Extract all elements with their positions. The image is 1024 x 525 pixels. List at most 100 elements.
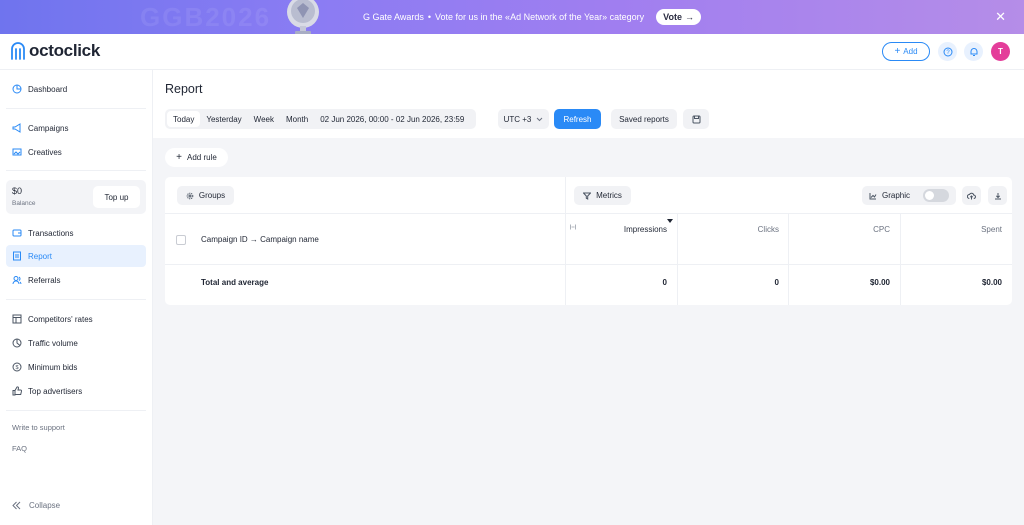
line-chart-icon xyxy=(869,192,877,199)
sidebar-item-campaigns[interactable]: Campaigns xyxy=(6,117,146,139)
total-clicks: 0 xyxy=(774,278,779,287)
spent-column-header[interactable]: Spent xyxy=(910,225,1002,234)
wallet-icon xyxy=(12,229,22,237)
avatar[interactable]: T xyxy=(991,42,1010,61)
refresh-button[interactable]: Refresh xyxy=(554,109,601,129)
add-button[interactable]: + Add xyxy=(882,42,930,61)
groups-button[interactable]: Groups xyxy=(177,186,234,205)
table-toolbar: Groups Metrics Graphic xyxy=(165,177,1012,214)
logo[interactable]: octoclick xyxy=(10,41,100,61)
notifications-button[interactable] xyxy=(964,42,983,61)
banner-background-text: GGB2026 xyxy=(140,2,272,32)
period-yesterday-button[interactable]: Yesterday xyxy=(200,111,247,127)
help-icon: ? xyxy=(943,47,952,56)
metrics-button[interactable]: Metrics xyxy=(574,186,631,205)
select-all-checkbox[interactable] xyxy=(176,235,186,245)
sidebar-item-traffic-volume[interactable]: Traffic volume xyxy=(6,332,146,354)
faq-link[interactable]: FAQ xyxy=(12,444,27,453)
banner-brand: G Gate Awards xyxy=(362,12,424,22)
help-button[interactable]: ? xyxy=(938,42,957,61)
vote-button[interactable]: Vote → xyxy=(656,9,701,25)
add-label: Add xyxy=(903,47,918,56)
cpc-column-header[interactable]: CPC xyxy=(798,225,890,234)
timezone-value: UTC +3 xyxy=(503,114,532,124)
upload-button[interactable] xyxy=(962,186,981,205)
balance-panel: $0 Balance Top up xyxy=(6,180,146,214)
bell-icon xyxy=(970,47,977,56)
sort-desc-icon[interactable] xyxy=(667,219,673,223)
metrics-label: Metrics xyxy=(596,191,622,200)
image-icon xyxy=(12,148,22,156)
top-up-button[interactable]: Top up xyxy=(93,186,140,208)
period-month-button[interactable]: Month xyxy=(280,111,314,127)
filter-icon xyxy=(583,192,592,200)
graphic-toggle[interactable] xyxy=(923,189,950,202)
collapse-button[interactable]: Collapse xyxy=(12,501,60,510)
period-week-button[interactable]: Week xyxy=(248,111,280,127)
sidebar: Dashboard Campaigns Creatives $0 Balance… xyxy=(0,70,153,525)
column-resize-icon[interactable] xyxy=(570,224,576,230)
banner-text: Vote for us in the «Ad Network of the Ye… xyxy=(435,12,645,22)
add-rule-button[interactable]: + Add rule xyxy=(165,148,228,167)
period-today-button[interactable]: Today xyxy=(167,111,201,127)
vote-label: Vote xyxy=(663,12,682,22)
plus-icon: + xyxy=(176,151,183,163)
arrow-right-icon: → xyxy=(685,12,694,22)
double-chevron-left-icon xyxy=(12,501,21,510)
users-icon xyxy=(12,276,22,285)
sidebar-item-creatives[interactable]: Creatives xyxy=(6,141,146,163)
total-row: Total and average 0 0 $0.00 $0.00 xyxy=(165,265,1012,305)
saved-reports-button[interactable]: Saved reports xyxy=(611,109,677,129)
sidebar-item-label: Minimum bids xyxy=(28,362,78,372)
report-table-card: Groups Metrics Graphic Campaign ID → Cam… xyxy=(165,177,1012,305)
logo-text: octoclick xyxy=(29,41,100,60)
dollar-circle-icon: $ xyxy=(12,362,22,372)
period-selector: Today Yesterday Week Month 02 Jun 2026, … xyxy=(165,109,477,129)
sidebar-item-minimum-bids[interactable]: $ Minimum bids xyxy=(6,356,146,378)
download-button[interactable] xyxy=(988,186,1007,205)
date-range-picker[interactable]: 02 Jun 2026, 00:00 - 02 Jun 2026, 23:59 xyxy=(314,111,474,127)
sidebar-item-competitors-rates[interactable]: Competitors' rates xyxy=(6,308,146,330)
gear-icon xyxy=(186,192,194,199)
balance-label: Balance xyxy=(12,200,36,207)
groups-label: Groups xyxy=(198,191,226,200)
sidebar-item-top-advertisers[interactable]: Top advertisers xyxy=(6,380,146,402)
write-to-support-link[interactable]: Write to support xyxy=(12,423,65,432)
banner-message: G Gate Awards • Vote for us in the «Ad N… xyxy=(363,9,701,25)
sidebar-divider xyxy=(6,108,146,109)
sidebar-item-referrals[interactable]: Referrals xyxy=(6,269,146,291)
main-content: Report Today Yesterday Week Month 02 Jun… xyxy=(153,70,1024,525)
total-impressions: 0 xyxy=(662,278,667,287)
toolbar-divider xyxy=(565,177,566,214)
sidebar-item-label: Creatives xyxy=(28,147,62,157)
sidebar-item-report[interactable]: Report xyxy=(6,245,146,267)
top-header: octoclick + Add ? T xyxy=(0,34,1024,70)
sidebar-item-label: Referrals xyxy=(28,275,61,285)
sidebar-item-label: Transactions xyxy=(28,228,74,238)
sidebar-item-label: Report xyxy=(28,251,53,261)
table-header: Campaign ID → Campaign name Impressions … xyxy=(165,214,1012,265)
clicks-column-header[interactable]: Clicks xyxy=(687,225,779,234)
cloud-upload-icon xyxy=(967,192,976,199)
sidebar-item-label: Campaigns xyxy=(28,123,69,133)
chevron-down-icon xyxy=(537,117,543,121)
pie-chart-icon xyxy=(12,84,22,94)
table-icon xyxy=(12,314,22,324)
graphic-label: Graphic xyxy=(882,191,911,200)
collapse-label: Collapse xyxy=(29,501,61,510)
save-report-button[interactable] xyxy=(683,109,709,129)
sidebar-item-label: Traffic volume xyxy=(28,338,78,348)
thumbs-up-icon xyxy=(12,386,22,396)
sidebar-item-transactions[interactable]: Transactions xyxy=(6,222,146,244)
sidebar-divider xyxy=(6,410,146,411)
banner-bullet: • xyxy=(427,12,432,22)
trophy-icon xyxy=(287,0,319,34)
report-icon xyxy=(13,251,21,261)
graphic-toggle-control[interactable]: Graphic xyxy=(862,186,956,205)
timezone-select[interactable]: UTC +3 xyxy=(498,109,549,129)
close-icon[interactable]: ✕ xyxy=(995,10,1006,23)
group-column-header[interactable]: Campaign ID → Campaign name xyxy=(201,235,319,244)
impressions-column-header[interactable]: Impressions xyxy=(585,225,667,234)
sidebar-item-dashboard[interactable]: Dashboard xyxy=(6,78,146,100)
page-title: Report xyxy=(165,82,203,96)
